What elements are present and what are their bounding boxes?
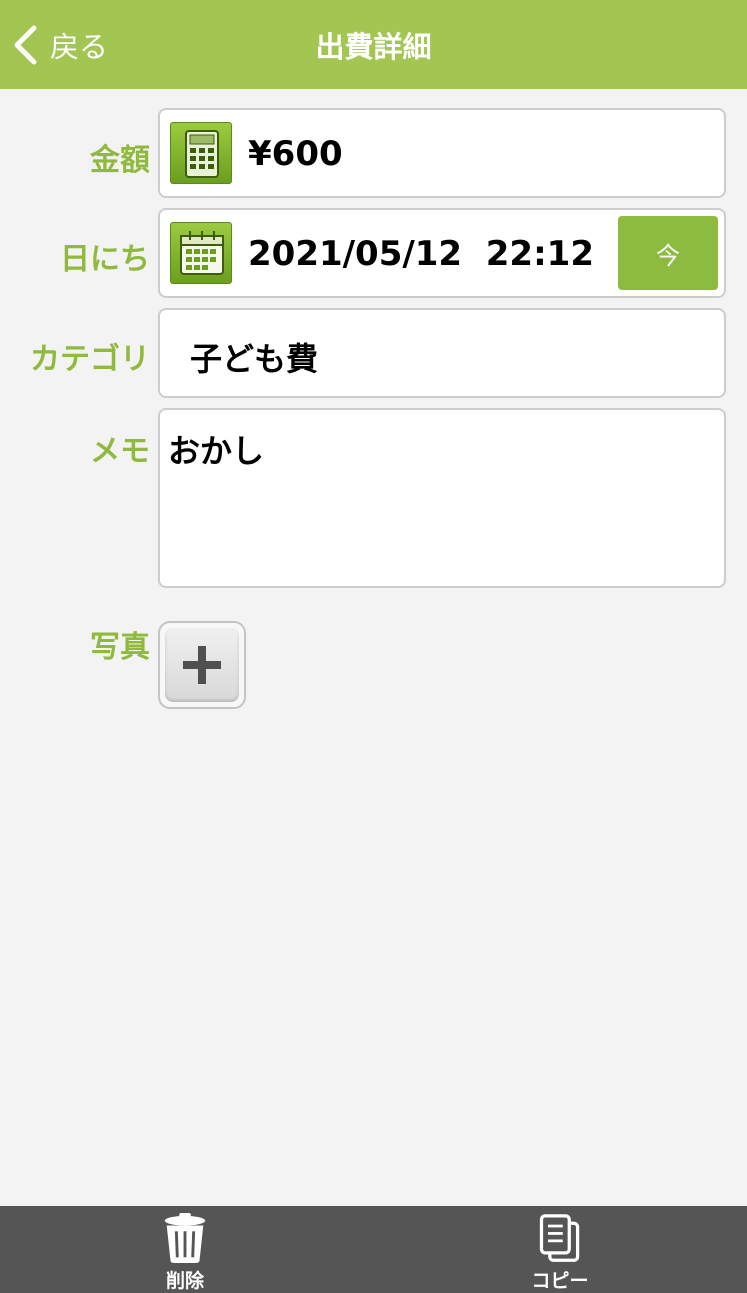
category-field[interactable]: 子ども費: [158, 308, 726, 398]
amount-field[interactable]: ¥600: [158, 108, 726, 198]
memo-textarea[interactable]: おかし: [158, 408, 726, 588]
memo-label: メモ: [90, 434, 150, 469]
trash-icon: [164, 1212, 206, 1264]
delete-button[interactable]: 削除: [115, 1206, 255, 1293]
photo-label: 写真: [90, 630, 150, 665]
copy-button[interactable]: コピー: [490, 1206, 630, 1293]
add-photo-button[interactable]: [158, 621, 246, 709]
nav-bar: 戻る 出費詳細: [0, 0, 747, 89]
amount-value: ¥600: [248, 134, 343, 174]
plus-icon: [183, 646, 221, 684]
add-photo-face: [165, 628, 239, 702]
copy-label: コピー: [531, 1270, 589, 1292]
calculator-icon[interactable]: [170, 122, 232, 184]
category-value: 子ども費: [190, 340, 319, 378]
copy-icon: [539, 1214, 580, 1262]
date-label: 日にち: [60, 242, 150, 277]
category-label: カテゴリ: [30, 342, 150, 377]
calendar-icon[interactable]: [170, 222, 232, 284]
amount-label: 金額: [90, 143, 150, 178]
now-button[interactable]: 今: [618, 216, 718, 290]
page-title: 出費詳細: [315, 30, 432, 64]
delete-label: 削除: [165, 1270, 204, 1292]
memo-value: おかし: [168, 432, 265, 470]
bottom-toolbar: 削除 コピー: [0, 1206, 747, 1293]
date-field[interactable]: 2021/05/12 22:12 今: [158, 208, 726, 298]
date-value: 2021/05/12 22:12: [248, 234, 594, 274]
